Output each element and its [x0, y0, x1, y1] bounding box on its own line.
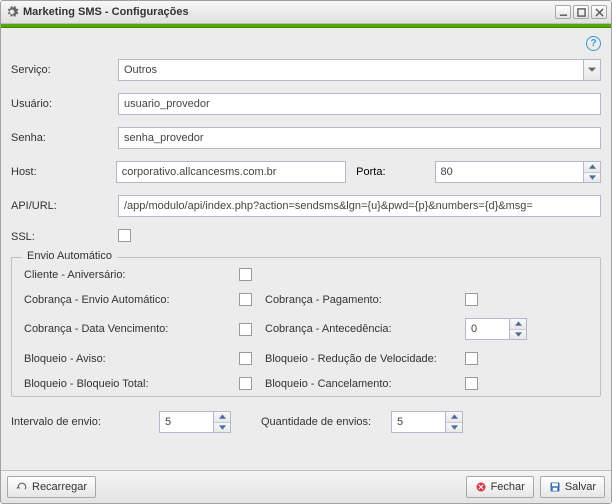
bloqueio-total-label: Bloqueio - Bloqueio Total:: [24, 378, 239, 390]
toolbar: Recarregar Fechar Salvar: [1, 470, 611, 503]
quantidade-spinner[interactable]: 5: [391, 411, 463, 433]
bloqueio-reducao-checkbox[interactable]: [465, 352, 478, 365]
content: ? Serviço: Outros Usuário: usuario_prove…: [1, 28, 611, 503]
envio-automatico-fieldset: Envio Automático Cliente - Aniversário: …: [11, 257, 601, 397]
window: Marketing SMS - Configurações ? Serviço:…: [0, 0, 612, 504]
spin-up-icon[interactable]: [510, 319, 526, 330]
cobranca-antecedencia-value[interactable]: 0: [466, 319, 509, 339]
bloqueio-aviso-label: Bloqueio - Aviso:: [24, 353, 239, 365]
cobranca-pagamento-checkbox[interactable]: [465, 293, 478, 306]
ssl-checkbox[interactable]: [118, 229, 131, 242]
cobranca-pagamento-label: Cobrança - Pagamento:: [265, 294, 465, 306]
bloqueio-cancelamento-checkbox[interactable]: [465, 377, 478, 390]
cobranca-antecedencia-label: Cobrança - Antecedência:: [265, 323, 465, 335]
gear-icon: [5, 5, 19, 19]
close-button[interactable]: [591, 5, 607, 19]
quantidade-value[interactable]: 5: [392, 412, 445, 432]
button-label: Salvar: [565, 481, 596, 493]
usuario-input[interactable]: usuario_provedor: [118, 93, 601, 115]
help-icon[interactable]: ?: [586, 36, 601, 51]
save-icon: [549, 481, 561, 493]
porta-label: Porta:: [346, 166, 434, 178]
bloqueio-reducao-label: Bloqueio - Redução de Velocidade:: [265, 353, 465, 365]
minimize-button[interactable]: [555, 5, 571, 19]
host-label: Host:: [11, 166, 116, 178]
fechar-button[interactable]: Fechar: [466, 476, 534, 498]
spin-up-icon[interactable]: [446, 412, 462, 423]
cobranca-datavenc-label: Cobrança - Data Vencimento:: [24, 323, 239, 335]
servico-label: Serviço:: [11, 64, 118, 76]
intervalo-value[interactable]: 5: [160, 412, 213, 432]
porta-spinner[interactable]: 80: [435, 161, 602, 183]
spin-down-icon[interactable]: [214, 423, 230, 433]
intervalo-label: Intervalo de envio:: [11, 416, 159, 428]
button-label: Fechar: [491, 481, 525, 493]
senha-input[interactable]: senha_provedor: [118, 127, 601, 149]
cliente-aniversario-checkbox[interactable]: [239, 268, 252, 281]
intervalo-spinner[interactable]: 5: [159, 411, 231, 433]
cobranca-datavenc-checkbox[interactable]: [239, 323, 252, 336]
apiurl-input[interactable]: /app/modulo/api/index.php?action=sendsms…: [118, 195, 601, 217]
spin-down-icon[interactable]: [510, 330, 526, 340]
spin-down-icon[interactable]: [446, 423, 462, 433]
chevron-down-icon[interactable]: [583, 60, 600, 80]
spin-down-icon[interactable]: [584, 173, 600, 183]
cobranca-antecedencia-spinner[interactable]: 0: [465, 318, 527, 340]
servico-select[interactable]: Outros: [118, 59, 601, 81]
maximize-button[interactable]: [573, 5, 589, 19]
cobranca-envio-label: Cobrança - Envio Automático:: [24, 294, 239, 306]
cancel-icon: [475, 481, 487, 493]
fieldset-legend: Envio Automático: [22, 250, 117, 262]
titlebar: Marketing SMS - Configurações: [1, 1, 611, 24]
refresh-icon: [16, 481, 28, 493]
bloqueio-total-checkbox[interactable]: [239, 377, 252, 390]
window-title: Marketing SMS - Configurações: [23, 6, 555, 18]
porta-value[interactable]: 80: [436, 162, 584, 182]
host-input[interactable]: corporativo.allcancesms.com.br: [116, 161, 346, 183]
bloqueio-aviso-checkbox[interactable]: [239, 352, 252, 365]
cobranca-envio-checkbox[interactable]: [239, 293, 252, 306]
usuario-label: Usuário:: [11, 98, 118, 110]
senha-label: Senha:: [11, 132, 118, 144]
apiurl-label: API/URL:: [11, 200, 118, 212]
recarregar-button[interactable]: Recarregar: [7, 476, 96, 498]
servico-value: Outros: [124, 64, 157, 76]
ssl-label: SSL:: [11, 231, 118, 243]
cliente-aniversario-label: Cliente - Aniversário:: [24, 269, 239, 281]
spin-up-icon[interactable]: [214, 412, 230, 423]
salvar-button[interactable]: Salvar: [540, 476, 605, 498]
bloqueio-cancelamento-label: Bloqueio - Cancelamento:: [265, 378, 465, 390]
button-label: Recarregar: [32, 481, 87, 493]
spin-up-icon[interactable]: [584, 162, 600, 173]
quantidade-label: Quantidade de envios:: [231, 416, 391, 428]
